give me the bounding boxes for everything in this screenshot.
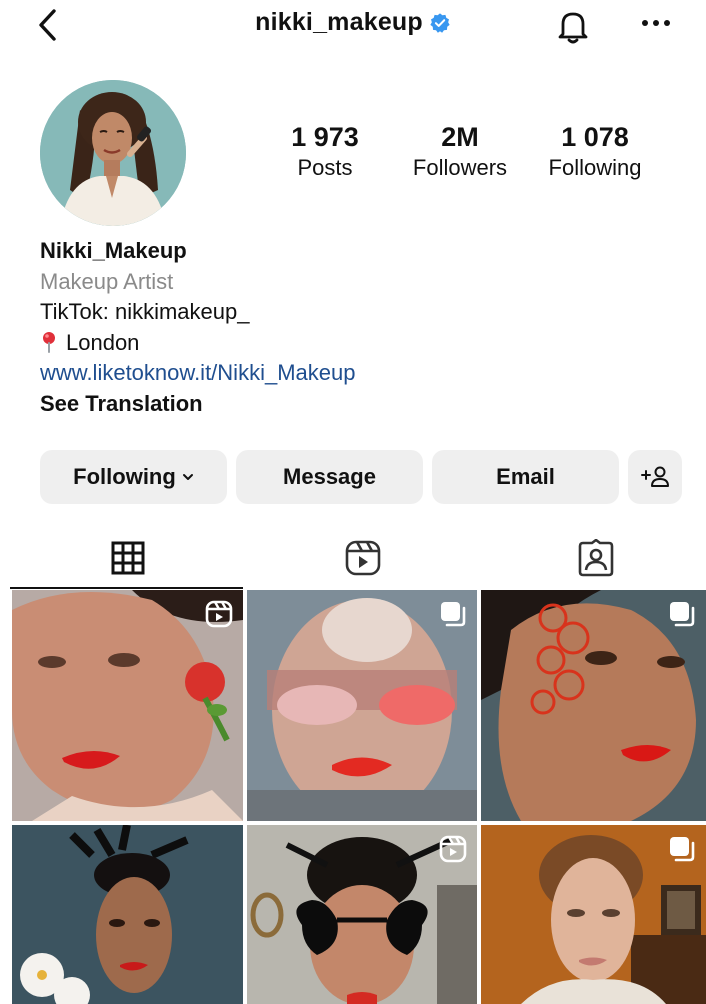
followers-count-value: 2M xyxy=(441,122,479,152)
following-count[interactable]: 1 078 Following xyxy=(525,122,665,184)
email-button[interactable]: Email xyxy=(432,450,619,504)
chevron-down-icon xyxy=(182,474,193,480)
message-button-label: Message xyxy=(283,464,376,489)
following-button[interactable]: Following xyxy=(40,450,227,504)
post-thumbnail[interactable] xyxy=(247,590,477,821)
location-pin-icon xyxy=(43,331,55,353)
post-image xyxy=(12,825,243,1004)
tagged-person-icon xyxy=(578,539,613,577)
post-thumbnail[interactable] xyxy=(481,590,706,821)
post-thumbnail[interactable] xyxy=(247,825,477,1004)
bio-link[interactable]: www.liketoknow.it/Nikki_Makeup xyxy=(40,358,680,389)
followers-count[interactable]: 2M Followers xyxy=(390,122,530,184)
profile-header: nikki_makeup xyxy=(0,8,706,37)
posts-count-label: Posts xyxy=(297,155,353,180)
email-button-label: Email xyxy=(496,464,555,489)
bio-line: TikTok: nikkimakeup_ xyxy=(40,299,250,324)
top-bar: nikki_makeup xyxy=(0,0,706,56)
tab-reels[interactable] xyxy=(245,528,480,588)
posts-count-value: 1 973 xyxy=(291,122,359,152)
following-button-label: Following xyxy=(73,464,176,489)
following-count-label: Following xyxy=(548,155,642,180)
tab-tagged[interactable] xyxy=(478,528,706,588)
followers-count-label: Followers xyxy=(412,155,508,180)
reels-icon xyxy=(345,540,380,576)
profile-category: Makeup Artist xyxy=(40,268,174,294)
carousel-badge-icon xyxy=(441,602,466,627)
grid-icon xyxy=(111,541,144,575)
verified-badge-icon xyxy=(430,12,450,33)
username-title: nikki_makeup xyxy=(255,8,423,36)
location-text: London xyxy=(66,329,140,355)
profile-name: Nikki_Makeup xyxy=(40,238,187,263)
reel-badge-icon xyxy=(205,600,233,628)
bio: Nikki_Makeup Makeup Artist TikTok: nikki… xyxy=(40,236,680,419)
post-thumbnail[interactable] xyxy=(12,590,243,821)
posts-count[interactable]: 1 973 Posts xyxy=(255,122,395,184)
add-person-icon xyxy=(641,466,669,487)
posts-grid xyxy=(12,590,706,1004)
following-count-value: 1 078 xyxy=(561,122,629,152)
post-thumbnail[interactable] xyxy=(12,825,243,1004)
carousel-badge-icon xyxy=(670,837,695,862)
reel-badge-icon xyxy=(439,835,467,863)
add-person-button[interactable] xyxy=(628,450,682,504)
avatar[interactable] xyxy=(40,80,186,226)
see-translation-link[interactable]: See Translation xyxy=(40,389,680,420)
active-tab-indicator xyxy=(10,587,243,589)
bell-icon[interactable] xyxy=(553,5,593,45)
tab-posts[interactable] xyxy=(10,528,245,588)
more-horizontal-icon[interactable] xyxy=(638,8,674,38)
carousel-badge-icon xyxy=(670,602,695,627)
bio-location: London xyxy=(40,328,680,359)
post-thumbnail[interactable] xyxy=(481,825,706,1004)
message-button[interactable]: Message xyxy=(236,450,423,504)
